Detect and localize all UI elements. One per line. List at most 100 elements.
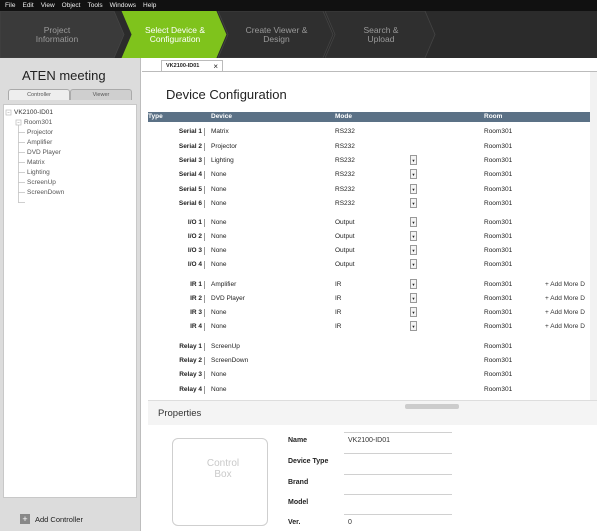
- port-label: Serial 2: [178, 143, 202, 150]
- port-label: I/O 2: [187, 233, 202, 240]
- port-label: Serial 1: [178, 128, 202, 135]
- add-more-device-link[interactable]: + Add More D: [545, 309, 585, 316]
- property-value[interactable]: 0: [348, 519, 352, 526]
- device-cell[interactable]: None: [211, 309, 227, 316]
- divider: [204, 171, 205, 179]
- wizard-step[interactable]: Create Viewer & Design: [230, 11, 323, 58]
- tree-item[interactable]: ScreenDown: [27, 189, 64, 196]
- device-cell[interactable]: None: [211, 219, 227, 226]
- close-icon[interactable]: ×: [213, 62, 218, 71]
- device-cell[interactable]: None: [211, 261, 227, 268]
- tree-item[interactable]: Matrix: [27, 159, 45, 166]
- field-divider: [344, 453, 452, 454]
- device-cell[interactable]: ScreenUp: [211, 343, 240, 350]
- menu-item[interactable]: Windows: [110, 2, 136, 9]
- divider: [204, 219, 205, 227]
- device-cell[interactable]: None: [211, 323, 227, 330]
- mode-dropdown-icon[interactable]: ▼: [410, 307, 417, 317]
- property-value[interactable]: VK2100-ID01: [348, 437, 390, 444]
- add-controller-label: Add Controller: [35, 514, 83, 524]
- divider: [204, 343, 205, 351]
- device-cell[interactable]: None: [211, 200, 227, 207]
- table-row: I/O 1 None Output Room301 ▼: [148, 216, 597, 231]
- menu-item[interactable]: File: [5, 2, 15, 9]
- room-cell: Room301: [484, 371, 513, 378]
- add-more-device-link[interactable]: + Add More D: [545, 295, 585, 302]
- control-box-label: Control Box: [206, 458, 240, 480]
- table-row: I/O 4 None Output Room301 ▼: [148, 258, 597, 273]
- device-cell[interactable]: None: [211, 186, 227, 193]
- port-label: IR 4: [190, 323, 202, 330]
- tree-item[interactable]: Amplifier: [27, 139, 52, 146]
- table-row: Serial 6 None RS232 Room301 ▼: [148, 197, 597, 212]
- menu-item[interactable]: Object: [62, 2, 81, 9]
- add-more-device-link[interactable]: + Add More D: [545, 323, 585, 330]
- device-cell[interactable]: None: [211, 371, 227, 378]
- mode-dropdown-icon[interactable]: ▼: [410, 184, 417, 194]
- room-cell: Room301: [484, 261, 513, 268]
- port-label: I/O 4: [187, 261, 202, 268]
- port-label: Serial 3: [178, 157, 202, 164]
- panel-splitter[interactable]: [405, 404, 459, 409]
- mode-dropdown-icon[interactable]: ▼: [410, 321, 417, 331]
- mode-cell: RS232: [335, 186, 355, 193]
- mode-cell: IR: [335, 281, 342, 288]
- tree-item[interactable]: DVD Player: [27, 149, 61, 156]
- tab-controller[interactable]: Controller: [8, 89, 70, 100]
- room-cell: Room301: [484, 295, 513, 302]
- mode-dropdown-icon[interactable]: ▼: [410, 198, 417, 208]
- device-cell[interactable]: None: [211, 171, 227, 178]
- mode-dropdown-icon[interactable]: ▼: [410, 155, 417, 165]
- room-cell: Room301: [484, 343, 513, 350]
- device-cell[interactable]: ScreenDown: [211, 357, 248, 364]
- device-cell[interactable]: Amplifier: [211, 281, 236, 288]
- mode-dropdown-icon[interactable]: ▼: [410, 169, 417, 179]
- table-header: Type Device Mode Room: [148, 112, 597, 122]
- wizard-step[interactable]: Select Device & Configuration: [134, 11, 216, 58]
- tree-item[interactable]: ScreenUp: [27, 179, 56, 186]
- table-row: Serial 5 None RS232 Room301 ▼: [148, 183, 597, 198]
- tree-room[interactable]: Room301: [24, 119, 52, 126]
- mode-dropdown-icon[interactable]: ▼: [410, 293, 417, 303]
- menu-item[interactable]: Edit: [22, 2, 33, 9]
- divider: [204, 157, 205, 165]
- menu-item[interactable]: View: [41, 2, 55, 9]
- device-cell[interactable]: None: [211, 233, 227, 240]
- wizard-step[interactable]: Search & Upload: [337, 11, 425, 58]
- mode-dropdown-icon[interactable]: ▼: [410, 259, 417, 269]
- tab-viewer[interactable]: Viewer: [70, 89, 132, 100]
- device-cell[interactable]: Matrix: [211, 128, 229, 135]
- mode-cell: Output: [335, 247, 355, 254]
- menu-item[interactable]: Help: [143, 2, 156, 9]
- room-cell: Room301: [484, 157, 513, 164]
- add-controller-button[interactable]: + Add Controller: [20, 512, 130, 526]
- plus-icon: +: [20, 514, 30, 524]
- menu-item[interactable]: Tools: [87, 2, 102, 9]
- mode-dropdown-icon[interactable]: ▼: [410, 217, 417, 227]
- device-cell[interactable]: DVD Player: [211, 295, 245, 302]
- room-cell: Room301: [484, 233, 513, 240]
- tree-item[interactable]: Projector: [27, 129, 53, 136]
- mode-cell: RS232: [335, 128, 355, 135]
- tree-item[interactable]: Lighting: [27, 169, 50, 176]
- table-row: Serial 2 Projector RS232 Room301: [148, 140, 597, 155]
- wizard-step[interactable]: Project Information: [0, 11, 114, 58]
- control-box-image: [172, 438, 268, 526]
- property-label: Model: [288, 499, 309, 506]
- tree-controller[interactable]: VK2100-ID01: [14, 109, 53, 116]
- port-label: Relay 2: [179, 357, 202, 364]
- device-cell[interactable]: None: [211, 247, 227, 254]
- room-cell: Room301: [484, 323, 513, 330]
- device-cell[interactable]: None: [211, 386, 227, 393]
- mode-cell: Output: [335, 233, 355, 240]
- port-label: IR 3: [190, 309, 202, 316]
- device-cell[interactable]: Lighting: [211, 157, 234, 164]
- device-cell[interactable]: Projector: [211, 143, 237, 150]
- step-line2: Information: [35, 33, 79, 44]
- mode-dropdown-icon[interactable]: ▼: [410, 245, 417, 255]
- mode-dropdown-icon[interactable]: ▼: [410, 231, 417, 241]
- document-tab[interactable]: VK2100-ID01 ×: [161, 60, 223, 71]
- mode-dropdown-icon[interactable]: ▼: [410, 279, 417, 289]
- vertical-scrollbar[interactable]: [590, 72, 597, 401]
- add-more-device-link[interactable]: + Add More D: [545, 281, 585, 288]
